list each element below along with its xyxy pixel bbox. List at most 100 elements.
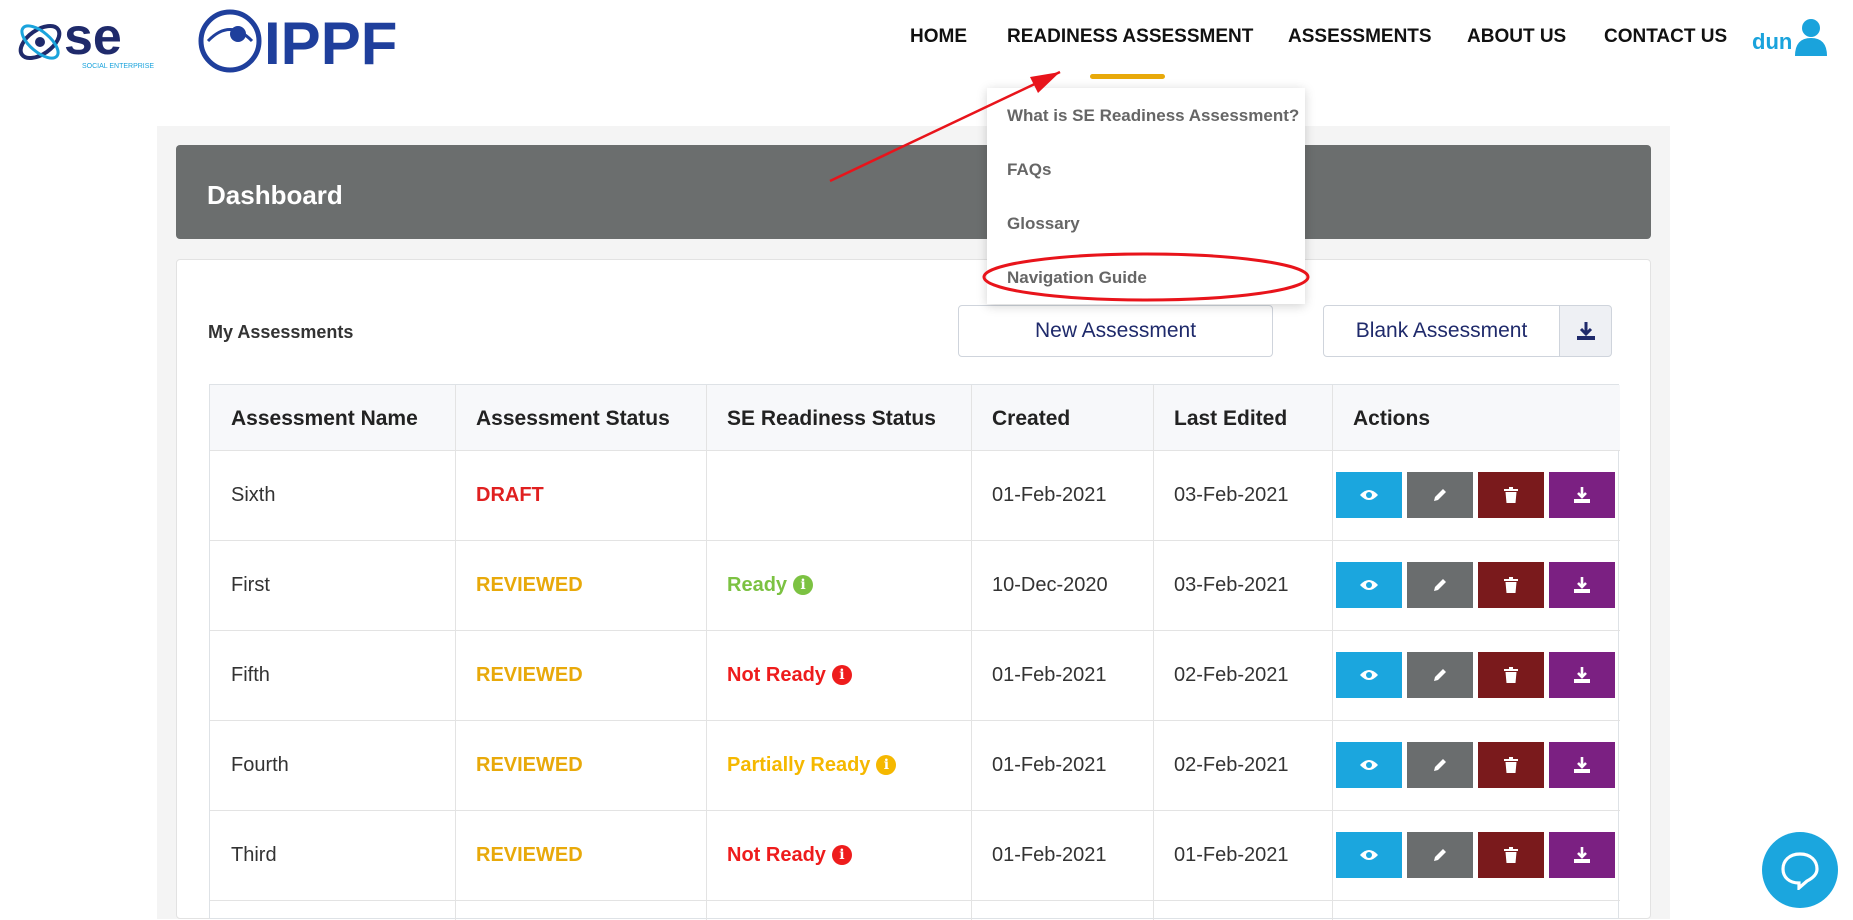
- download-button[interactable]: [1549, 742, 1615, 788]
- assessment-name: Sixth: [231, 484, 276, 506]
- info-icon[interactable]: i: [831, 665, 852, 685]
- edit-button[interactable]: [1407, 652, 1473, 698]
- table-row: Third REVIEWED Not Ready i 01-Feb-2021 01-Feb…: [210, 811, 1620, 901]
- delete-button[interactable]: [1478, 652, 1544, 698]
- table-row: Fifth REVIEWED Not Ready i 01-Feb-2021 02-Feb…: [210, 631, 1620, 721]
- download-button[interactable]: [1549, 472, 1615, 518]
- col-header-status: Assessment Status: [476, 407, 670, 430]
- se-logo-subtext: SOCIAL ENTERPRISE: [82, 63, 154, 70]
- last-edited-date: 01-Feb-2021: [1174, 844, 1289, 866]
- user-name[interactable]: dun: [1752, 29, 1792, 55]
- last-edited-date: 03-Feb-2021: [1174, 574, 1289, 596]
- trash-icon: [1504, 487, 1518, 503]
- download-button[interactable]: [1549, 562, 1615, 608]
- nav-assessments[interactable]: ASSESSMENTS: [1288, 26, 1432, 48]
- download-icon: [1574, 757, 1590, 773]
- assessment-name: Fifth: [231, 664, 270, 686]
- created-date: 01-Feb-2021: [992, 664, 1107, 686]
- col-header-readiness: SE Readiness Status: [727, 407, 936, 430]
- delete-button[interactable]: [1478, 472, 1544, 518]
- new-assessment-button[interactable]: New Assessment: [958, 305, 1273, 357]
- trash-icon: [1504, 757, 1518, 773]
- download-icon: [1574, 487, 1590, 503]
- col-header-name: Assessment Name: [231, 407, 418, 430]
- download-icon: [1574, 577, 1590, 593]
- download-icon: [1576, 322, 1595, 340]
- pencil-icon: [1434, 489, 1446, 501]
- last-edited-date: 02-Feb-2021: [1174, 754, 1289, 776]
- pencil-icon: [1434, 759, 1446, 771]
- readiness-label: Not Ready: [727, 844, 826, 866]
- readiness-status: Not Ready i: [727, 664, 852, 687]
- table-row: Sixth DRAFT 01-Feb-2021 03-Feb-2021: [210, 451, 1620, 541]
- assessment-status: DRAFT: [476, 484, 544, 506]
- ippf-logo-text: IPPF: [264, 10, 397, 74]
- assessment-status: REVIEWED: [476, 844, 583, 866]
- col-header-last-edited: Last Edited: [1174, 407, 1288, 430]
- blank-assessment-button[interactable]: Blank Assessment: [1323, 305, 1560, 357]
- pencil-icon: [1434, 579, 1446, 591]
- ippf-logo[interactable]: IPPF: [198, 8, 418, 74]
- active-nav-indicator: [1090, 74, 1165, 79]
- info-icon[interactable]: i: [793, 575, 814, 595]
- view-button[interactable]: [1336, 652, 1402, 698]
- chat-icon: [1781, 852, 1819, 890]
- view-button[interactable]: [1336, 832, 1402, 878]
- last-edited-date: 03-Feb-2021: [1174, 484, 1289, 506]
- info-icon[interactable]: i: [876, 755, 897, 775]
- dashboard-header: Dashboard: [176, 145, 1651, 239]
- eye-icon: [1360, 490, 1378, 500]
- assessment-status: REVIEWED: [476, 664, 583, 686]
- assessment-name: First: [231, 574, 270, 596]
- assessments-table: Assessment Name Assessment Status SE Rea…: [209, 384, 1620, 920]
- readiness-label: Ready: [727, 574, 788, 596]
- edit-button[interactable]: [1407, 742, 1473, 788]
- table-row: First REVIEWED Ready i 10-Dec-2020 03-Feb-202…: [210, 541, 1620, 631]
- trash-icon: [1504, 847, 1518, 863]
- info-icon[interactable]: i: [831, 845, 852, 865]
- created-date: 01-Feb-2021: [992, 844, 1107, 866]
- edit-button[interactable]: [1407, 472, 1473, 518]
- nav-readiness-assessment[interactable]: READINESS ASSESSMENT: [1007, 26, 1253, 48]
- eye-icon: [1360, 850, 1378, 860]
- nav-home[interactable]: HOME: [910, 26, 967, 48]
- view-button[interactable]: [1336, 742, 1402, 788]
- download-button[interactable]: [1549, 832, 1615, 878]
- last-edited-date: 02-Feb-2021: [1174, 664, 1289, 686]
- eye-icon: [1360, 580, 1378, 590]
- blank-assessment-download-button[interactable]: [1559, 305, 1612, 357]
- se-logo-text: se: [64, 8, 122, 66]
- eye-icon: [1360, 760, 1378, 770]
- created-date: 01-Feb-2021: [992, 484, 1107, 506]
- download-button[interactable]: [1549, 652, 1615, 698]
- edit-button[interactable]: [1407, 832, 1473, 878]
- table-row: Fourth REVIEWED Partially Ready i 01-Feb-202…: [210, 721, 1620, 811]
- nav-about-us[interactable]: ABOUT US: [1467, 26, 1566, 48]
- assessment-status: REVIEWED: [476, 754, 583, 776]
- table-header-row: Assessment Name Assessment Status SE Rea…: [210, 385, 1620, 451]
- col-header-actions: Actions: [1353, 407, 1431, 430]
- created-date: 10-Dec-2020: [992, 574, 1108, 596]
- nav-contact-us[interactable]: CONTACT US: [1604, 26, 1727, 48]
- edit-button[interactable]: [1407, 562, 1473, 608]
- download-icon: [1574, 847, 1590, 863]
- view-button[interactable]: [1336, 472, 1402, 518]
- assessment-name: Fourth: [231, 754, 289, 776]
- delete-button[interactable]: [1478, 832, 1544, 878]
- view-button[interactable]: [1336, 562, 1402, 608]
- col-header-created: Created: [992, 407, 1071, 430]
- eye-icon: [1360, 670, 1378, 680]
- readiness-label: Not Ready: [727, 664, 826, 686]
- delete-button[interactable]: [1478, 562, 1544, 608]
- delete-button[interactable]: [1478, 742, 1544, 788]
- menu-item-navigation-guide[interactable]: Navigation Guide: [1007, 268, 1147, 288]
- menu-item-glossary[interactable]: Glossary: [1007, 214, 1080, 234]
- chat-button[interactable]: [1762, 832, 1838, 908]
- blank-assessment-label: Blank Assessment: [1355, 319, 1528, 342]
- download-icon: [1574, 667, 1590, 683]
- page-title: Dashboard: [207, 180, 343, 210]
- user-icon[interactable]: [1794, 18, 1828, 56]
- se-logo[interactable]: se SOCIAL ENTERPRISE: [12, 8, 162, 72]
- menu-item-what-is[interactable]: What is SE Readiness Assessment?: [1007, 106, 1299, 126]
- menu-item-faqs[interactable]: FAQs: [1007, 160, 1051, 180]
